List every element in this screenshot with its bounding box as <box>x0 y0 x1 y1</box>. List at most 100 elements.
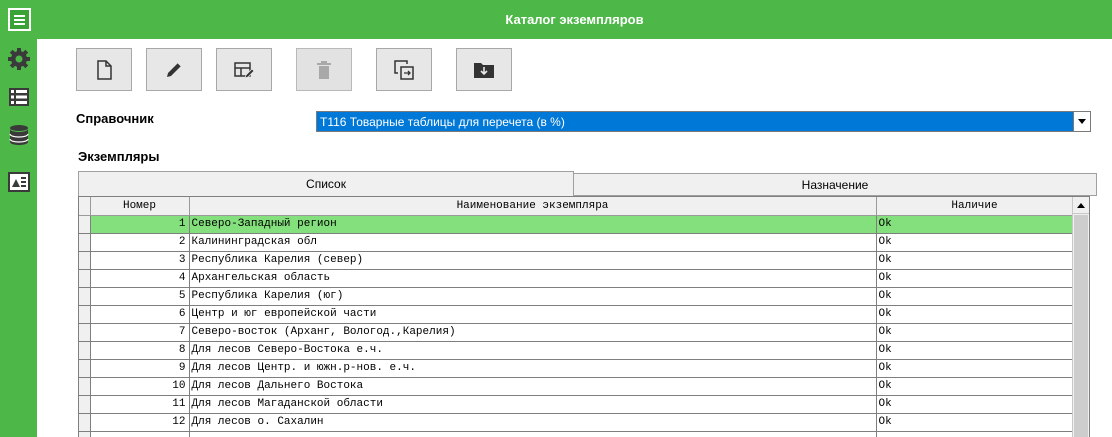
header-row: Номер Наименование экземпляра Наличие <box>79 197 1074 216</box>
row-selector[interactable] <box>79 233 91 252</box>
row-status: Ok <box>876 305 1074 324</box>
instances-label: Экземпляры <box>78 149 160 164</box>
row-name: Северо-восток (Арханг, Вологод.,Карелия) <box>189 323 877 342</box>
row-status: Ok <box>876 251 1074 270</box>
row-name: Северо-Западный регион <box>189 215 877 234</box>
scroll-thumb[interactable] <box>1074 215 1088 437</box>
copy-button[interactable] <box>376 48 432 91</box>
row-status <box>876 431 1074 437</box>
table-row[interactable]: 2 Калининградская обл Ok <box>79 233 1074 252</box>
row-name: Для лесов Центр. и южн.р-нов. е.ч. <box>189 359 877 378</box>
row-selector[interactable] <box>79 413 91 432</box>
edit-table-button[interactable] <box>216 48 272 91</box>
column-header-availability[interactable]: Наличие <box>876 197 1074 216</box>
edit-button[interactable] <box>146 48 202 91</box>
delete-button[interactable] <box>296 48 352 91</box>
table-row[interactable]: 7 Северо-восток (Арханг, Вологод.,Карели… <box>79 323 1074 342</box>
settings-button[interactable] <box>7 47 31 71</box>
row-status: Ok <box>876 269 1074 288</box>
row-number: 2 <box>90 233 190 252</box>
menu-button[interactable] <box>8 8 31 31</box>
row-selector[interactable] <box>79 377 91 396</box>
row-selector[interactable] <box>79 305 91 324</box>
new-document-button[interactable] <box>76 48 132 91</box>
directory-label: Справочник <box>76 111 154 126</box>
row-status: Ok <box>876 323 1074 342</box>
database-button[interactable] <box>7 123 31 147</box>
tab-list-label: Список <box>306 177 346 191</box>
row-status: Ok <box>876 377 1074 396</box>
row-selector[interactable] <box>79 251 91 270</box>
list-button[interactable] <box>7 85 31 109</box>
row-selector-header <box>79 197 91 216</box>
table-row[interactable]: 9 Для лесов Центр. и южн.р-нов. е.ч. Ok <box>79 359 1074 378</box>
list-icon <box>9 88 29 106</box>
row-name: Республика Карелия (юг) <box>189 287 877 306</box>
directory-select[interactable]: T116 Товарные таблицы для перечета (в %) <box>316 111 1091 132</box>
scroll-up-button[interactable] <box>1073 197 1089 214</box>
trash-icon <box>317 60 331 79</box>
tab-list[interactable]: Список <box>78 171 574 196</box>
table-row[interactable] <box>79 431 1074 437</box>
row-status: Ok <box>876 215 1074 234</box>
row-status: Ok <box>876 233 1074 252</box>
directory-select-value: T116 Товарные таблицы для перечета (в %) <box>320 115 565 129</box>
column-header-number[interactable]: Номер <box>90 197 190 216</box>
pencil-icon <box>167 62 182 77</box>
row-selector[interactable] <box>79 215 91 234</box>
row-selector[interactable] <box>79 359 91 378</box>
row-number: 8 <box>90 341 190 360</box>
table-row[interactable]: 5 Республика Карелия (юг) Ok <box>79 287 1074 306</box>
vertical-scrollbar[interactable] <box>1072 197 1089 437</box>
row-number: 9 <box>90 359 190 378</box>
row-number: 1 <box>90 215 190 234</box>
row-number: 12 <box>90 413 190 432</box>
instances-grid[interactable]: Номер Наименование экземпляра Наличие 1 … <box>78 196 1090 437</box>
download-button[interactable] <box>456 48 512 91</box>
tab-assignment[interactable]: Назначение <box>573 173 1097 196</box>
row-name: Республика Карелия (север) <box>189 251 877 270</box>
table-row[interactable]: 12 Для лесов о. Сахалин Ok <box>79 413 1074 432</box>
row-number: 7 <box>90 323 190 342</box>
row-selector[interactable] <box>79 287 91 306</box>
table-row[interactable]: 1 Северо-Западный регион Ok <box>79 215 1074 234</box>
row-selector[interactable] <box>79 431 91 437</box>
row-number: 5 <box>90 287 190 306</box>
chevron-down-icon <box>1078 119 1086 124</box>
row-selector[interactable] <box>79 269 91 288</box>
row-selector[interactable] <box>79 323 91 342</box>
database-icon <box>9 125 29 145</box>
gear-icon <box>8 48 30 70</box>
row-status: Ok <box>876 413 1074 432</box>
table-row[interactable]: 10 Для лесов Дальнего Востока Ok <box>79 377 1074 396</box>
folder-download-icon <box>474 62 494 78</box>
table-row[interactable]: 4 Архангельская область Ok <box>79 269 1074 288</box>
select-dropdown-button[interactable] <box>1073 112 1090 131</box>
row-selector[interactable] <box>79 341 91 360</box>
instances-table: Номер Наименование экземпляра Наличие 1 … <box>79 197 1074 437</box>
table-row[interactable]: 8 Для лесов Северо-Востока е.ч. Ok <box>79 341 1074 360</box>
row-name: Для лесов Северо-Востока е.ч. <box>189 341 877 360</box>
edit-table-icon <box>234 61 255 79</box>
row-number: 6 <box>90 305 190 324</box>
row-number: 10 <box>90 377 190 396</box>
row-number: 11 <box>90 395 190 414</box>
sidebar <box>0 0 37 437</box>
title-bar: Каталог экземпляров <box>37 0 1112 39</box>
app-title: Каталог экземпляров <box>505 12 644 27</box>
tab-assignment-label: Назначение <box>801 177 869 192</box>
row-status: Ok <box>876 341 1074 360</box>
new-document-icon <box>97 59 112 80</box>
report-button[interactable] <box>7 170 31 194</box>
copy-icon <box>394 59 414 80</box>
row-status: Ok <box>876 287 1074 306</box>
row-name: Для лесов Магаданской области <box>189 395 877 414</box>
column-header-name[interactable]: Наименование экземпляра <box>189 197 877 216</box>
table-row[interactable]: 6 Центр и юг европейской части Ok <box>79 305 1074 324</box>
table-row[interactable]: 11 Для лесов Магаданской области Ok <box>79 395 1074 414</box>
menu-icon <box>14 14 25 25</box>
row-status: Ok <box>876 395 1074 414</box>
row-number: 3 <box>90 251 190 270</box>
row-selector[interactable] <box>79 395 91 414</box>
table-row[interactable]: 3 Республика Карелия (север) Ok <box>79 251 1074 270</box>
